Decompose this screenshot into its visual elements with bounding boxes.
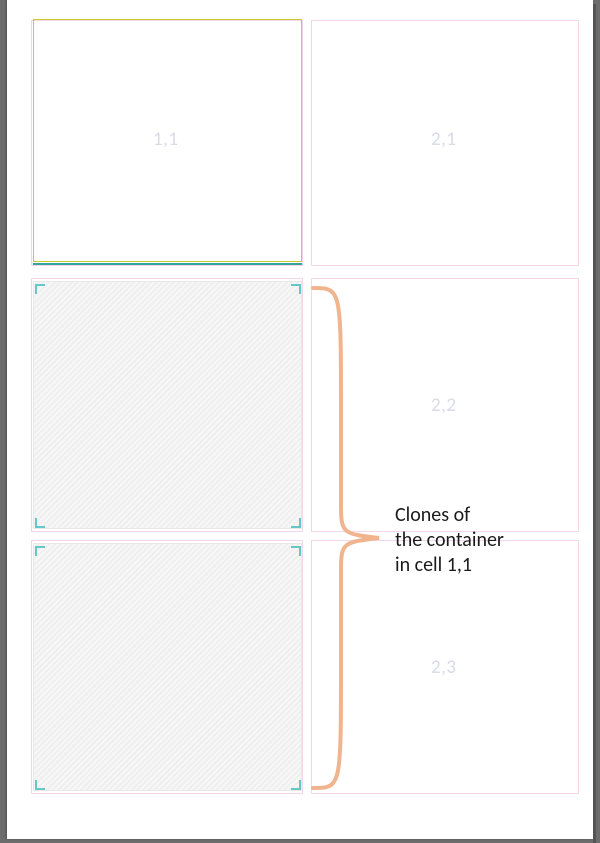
- cell-label-2-3: 2,3: [431, 656, 457, 679]
- cell-label-1-1: 1,1: [153, 128, 179, 151]
- annotation-line: Clones of: [395, 503, 504, 528]
- clone-box-1-3[interactable]: [33, 543, 302, 791]
- clone-box-1-2[interactable]: [33, 281, 302, 529]
- cell-label-2-2: 2,2: [431, 394, 457, 417]
- cell-label-2-1: 2,1: [431, 128, 457, 151]
- document-canvas[interactable]: 1,1 2,1 2,2 2,3 Clones of the container …: [7, 0, 593, 839]
- annotation-line: the container: [395, 528, 504, 553]
- annotation-text: Clones of the container in cell 1,1: [395, 503, 504, 578]
- annotation-line: in cell 1,1: [395, 553, 504, 578]
- selection-baseline: [33, 263, 302, 265]
